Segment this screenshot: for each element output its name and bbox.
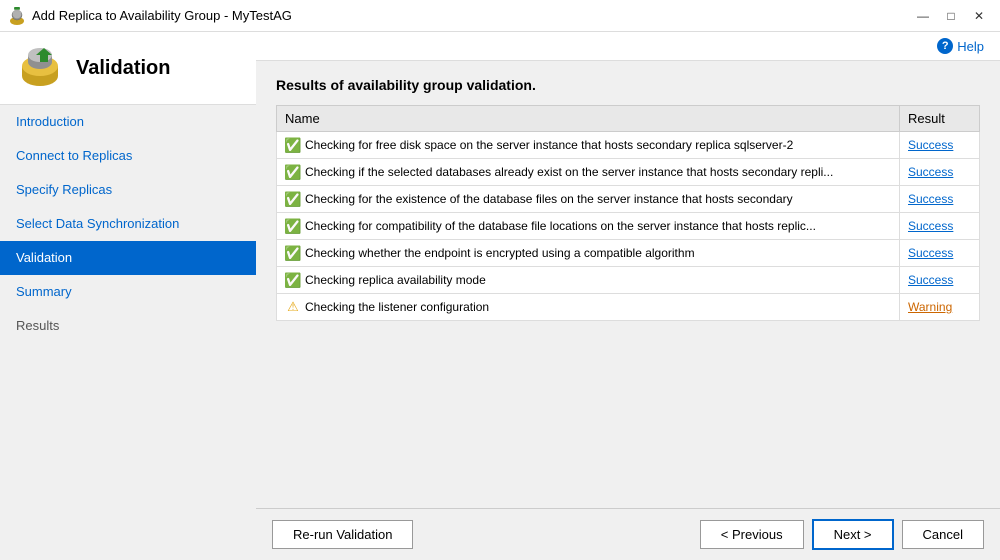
main-content: ? Help Results of availability group val… bbox=[256, 32, 1000, 560]
next-button[interactable]: Next > bbox=[812, 519, 894, 550]
validation-result[interactable]: Success bbox=[900, 132, 980, 159]
check-name-text: Checking for free disk space on the serv… bbox=[305, 138, 793, 152]
close-button[interactable]: ✕ bbox=[966, 5, 992, 27]
table-row: ✅ Checking if the selected databases alre… bbox=[277, 159, 980, 186]
check-name-text: Checking whether the endpoint is encrypt… bbox=[305, 246, 695, 260]
nav-item-introduction[interactable]: Introduction bbox=[0, 105, 256, 139]
nav-item-validation[interactable]: Validation bbox=[0, 241, 256, 275]
check-name-text: Checking for the existence of the databa… bbox=[305, 192, 793, 206]
rerun-validation-button[interactable]: Re-run Validation bbox=[272, 520, 413, 549]
nav-item-connect-replicas[interactable]: Connect to Replicas bbox=[0, 139, 256, 173]
success-icon: ✅ bbox=[285, 272, 301, 288]
validation-result[interactable]: Success bbox=[900, 159, 980, 186]
validation-check-name: ✅ Checking whether the endpoint is encryp… bbox=[277, 240, 900, 267]
cancel-button[interactable]: Cancel bbox=[902, 520, 984, 549]
validation-check-name: ✅ Checking for the existence of the datab… bbox=[277, 186, 900, 213]
result-link[interactable]: Success bbox=[908, 219, 953, 233]
table-row: ✅ Checking whether the endpoint is encryp… bbox=[277, 240, 980, 267]
validation-check-name: ✅ Checking if the selected databases alre… bbox=[277, 159, 900, 186]
validation-result[interactable]: Success bbox=[900, 267, 980, 294]
window-title: Add Replica to Availability Group - MyTe… bbox=[32, 8, 910, 23]
success-icon: ✅ bbox=[285, 245, 301, 261]
col-result-header: Result bbox=[900, 106, 980, 132]
result-link[interactable]: Success bbox=[908, 138, 953, 152]
validation-check-name: ✅ Checking for free disk space on the ser… bbox=[277, 132, 900, 159]
col-name-header: Name bbox=[277, 106, 900, 132]
validation-result[interactable]: Success bbox=[900, 213, 980, 240]
help-link[interactable]: ? Help bbox=[937, 38, 984, 54]
window-controls: — □ ✕ bbox=[910, 5, 992, 27]
table-row: ✅ Checking for free disk space on the ser… bbox=[277, 132, 980, 159]
nav-panel: Introduction Connect to Replicas Specify… bbox=[0, 105, 256, 343]
validation-result[interactable]: Warning bbox=[900, 294, 980, 321]
window: Add Replica to Availability Group - MyTe… bbox=[0, 0, 1000, 560]
nav-item-select-data-sync[interactable]: Select Data Synchronization bbox=[0, 207, 256, 241]
result-link[interactable]: Success bbox=[908, 273, 953, 287]
header-icon bbox=[16, 44, 64, 92]
table-row: ✅ Checking replica availability mode Succe… bbox=[277, 267, 980, 294]
validation-check-name: ⚠ Checking the listener configuration bbox=[277, 294, 900, 321]
result-link[interactable]: Warning bbox=[908, 300, 952, 314]
table-row: ✅ Checking for the existence of the datab… bbox=[277, 186, 980, 213]
bottom-bar: Re-run Validation < Previous Next > Canc… bbox=[256, 508, 1000, 560]
table-row: ✅ Checking for compatibility of the datab… bbox=[277, 213, 980, 240]
nav-item-summary[interactable]: Summary bbox=[0, 275, 256, 309]
help-icon: ? bbox=[937, 38, 953, 54]
minimize-button[interactable]: — bbox=[910, 5, 936, 27]
validation-table: Name Result ✅ Checking for free disk spac… bbox=[276, 105, 980, 321]
left-column: Validation Introduction Connect to Repli… bbox=[0, 32, 256, 560]
check-name-text: Checking if the selected databases alrea… bbox=[305, 165, 833, 179]
previous-button[interactable]: < Previous bbox=[700, 520, 804, 549]
maximize-button[interactable]: □ bbox=[938, 5, 964, 27]
check-name-text: Checking the listener configuration bbox=[305, 300, 489, 314]
nav-item-results: Results bbox=[0, 309, 256, 343]
nav-item-specify-replicas[interactable]: Specify Replicas bbox=[0, 173, 256, 207]
top-bar: ? Help bbox=[256, 32, 1000, 61]
success-icon: ✅ bbox=[285, 218, 301, 234]
page-title: Validation bbox=[76, 57, 170, 80]
body-area: Validation Introduction Connect to Repli… bbox=[0, 32, 1000, 560]
page-content: Results of availability group validation… bbox=[256, 61, 1000, 508]
validation-result[interactable]: Success bbox=[900, 240, 980, 267]
results-title: Results of availability group validation… bbox=[276, 77, 980, 93]
success-icon: ✅ bbox=[285, 164, 301, 180]
check-name-text: Checking for compatibility of the databa… bbox=[305, 219, 816, 233]
result-link[interactable]: Success bbox=[908, 246, 953, 260]
app-icon bbox=[8, 7, 26, 25]
validation-check-name: ✅ Checking replica availability mode bbox=[277, 267, 900, 294]
success-icon: ✅ bbox=[285, 137, 301, 153]
table-row: ⚠ Checking the listener configuration Warn… bbox=[277, 294, 980, 321]
title-bar: Add Replica to Availability Group - MyTe… bbox=[0, 0, 1000, 32]
warning-icon: ⚠ bbox=[285, 299, 301, 315]
page-header: Validation bbox=[0, 32, 256, 105]
success-icon: ✅ bbox=[285, 191, 301, 207]
validation-check-name: ✅ Checking for compatibility of the datab… bbox=[277, 213, 900, 240]
result-link[interactable]: Success bbox=[908, 192, 953, 206]
result-link[interactable]: Success bbox=[908, 165, 953, 179]
check-name-text: Checking replica availability mode bbox=[305, 273, 486, 287]
validation-result[interactable]: Success bbox=[900, 186, 980, 213]
